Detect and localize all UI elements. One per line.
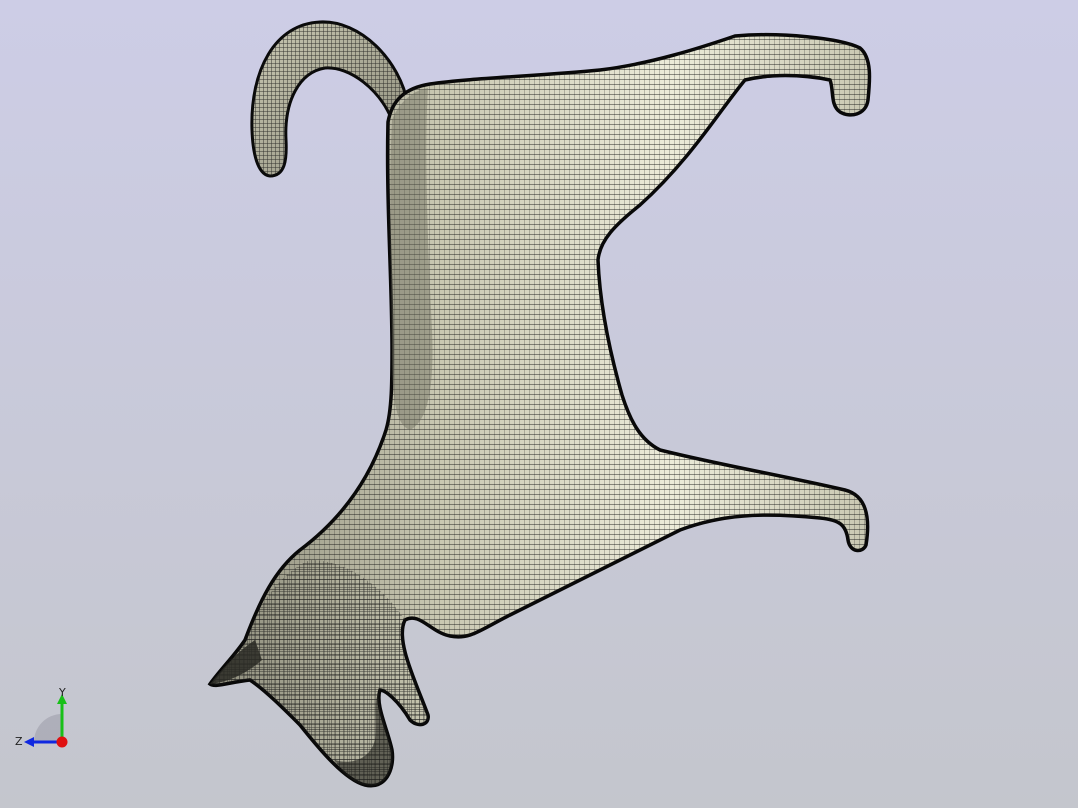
x-axis-dot [56,736,68,748]
triad-arc [34,714,62,742]
y-axis-label: Y [58,686,66,699]
z-axis-label: Z [15,735,23,748]
orientation-triad[interactable]: Y Z [12,686,74,752]
model-scene [0,0,1078,808]
z-axis-arrow [24,737,34,747]
back-shadow-strip [390,88,433,430]
3d-viewport[interactable]: Y Z [0,0,1078,808]
